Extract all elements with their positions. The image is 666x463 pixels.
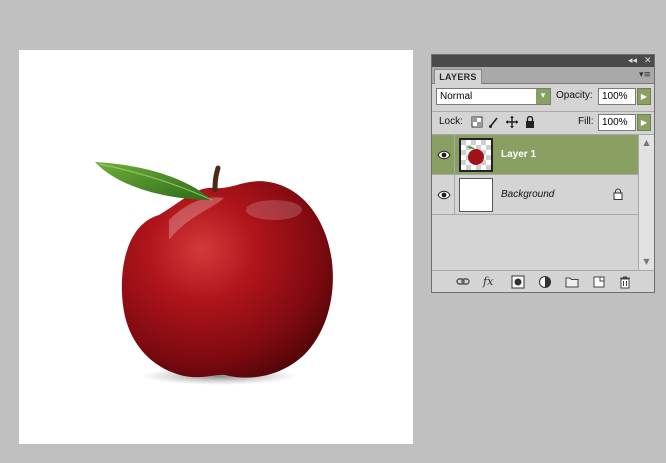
opacity-input[interactable]: 100% (598, 88, 636, 105)
folder-icon[interactable] (565, 275, 579, 289)
opacity-label: Opacity: (556, 90, 593, 101)
adjustment-layer-icon[interactable] (538, 275, 552, 289)
opacity-slider-button[interactable]: ▶ (637, 88, 651, 105)
tab-layers[interactable]: LAYERS (434, 69, 482, 84)
eye-icon[interactable] (437, 148, 451, 162)
layer-row-background[interactable]: Background (432, 175, 638, 215)
layers-list: Layer 1 Background (432, 135, 638, 270)
visibility-toggle[interactable] (432, 135, 455, 175)
layers-panel: ◂◂ ✕ LAYERS ▾≡ Normal ▾ Opacity: 100% ▶ … (431, 54, 655, 293)
new-layer-icon[interactable] (592, 275, 606, 289)
panel-tab-row: LAYERS ▾≡ (432, 67, 654, 84)
document-canvas[interactable] (19, 50, 413, 444)
trash-icon[interactable] (618, 275, 632, 289)
lock-icon (613, 188, 623, 200)
fill-label: Fill: (578, 116, 594, 127)
panel-titlebar[interactable]: ◂◂ ✕ (432, 55, 654, 67)
apple-image (95, 162, 333, 385)
panel-menu-icon[interactable]: ▾≡ (639, 70, 651, 80)
visibility-toggle[interactable] (432, 175, 455, 215)
panel-bottom-toolbar: fx (432, 270, 654, 292)
layer-name[interactable]: Layer 1 (501, 148, 536, 162)
lock-transparent-icon[interactable] (471, 116, 483, 128)
layer-thumbnail (459, 138, 493, 172)
fx-icon[interactable]: fx (483, 275, 497, 289)
fill-input[interactable]: 100% (598, 114, 636, 131)
blend-opacity-row: Normal ▾ Opacity: 100% ▶ (432, 87, 654, 109)
layer-thumbnail (459, 178, 493, 212)
collapse-icon[interactable]: ◂◂ (628, 55, 637, 67)
close-icon[interactable]: ✕ (644, 55, 652, 67)
apple-thumbnail-icon (461, 140, 491, 170)
link-layers-icon[interactable] (456, 275, 470, 289)
scroll-up-icon[interactable]: ▲ (641, 137, 652, 148)
layer-row-layer-1[interactable]: Layer 1 (432, 135, 638, 175)
divider (432, 111, 654, 112)
mask-icon[interactable] (511, 275, 525, 289)
eye-icon[interactable] (437, 188, 451, 202)
lock-label: Lock: (439, 116, 463, 127)
chevron-down-icon[interactable]: ▾ (536, 89, 550, 104)
blend-mode-value: Normal (440, 91, 473, 102)
layer-name[interactable]: Background (501, 188, 554, 202)
scroll-down-icon[interactable]: ▼ (641, 256, 652, 267)
blend-mode-select[interactable]: Normal ▾ (436, 88, 551, 105)
layers-scrollbar[interactable]: ▲ ▼ (638, 135, 654, 270)
fill-slider-button[interactable]: ▶ (637, 114, 651, 131)
lock-image-pixels-icon[interactable] (488, 116, 500, 128)
lock-position-icon[interactable] (506, 116, 518, 128)
lock-all-icon[interactable] (524, 116, 536, 128)
